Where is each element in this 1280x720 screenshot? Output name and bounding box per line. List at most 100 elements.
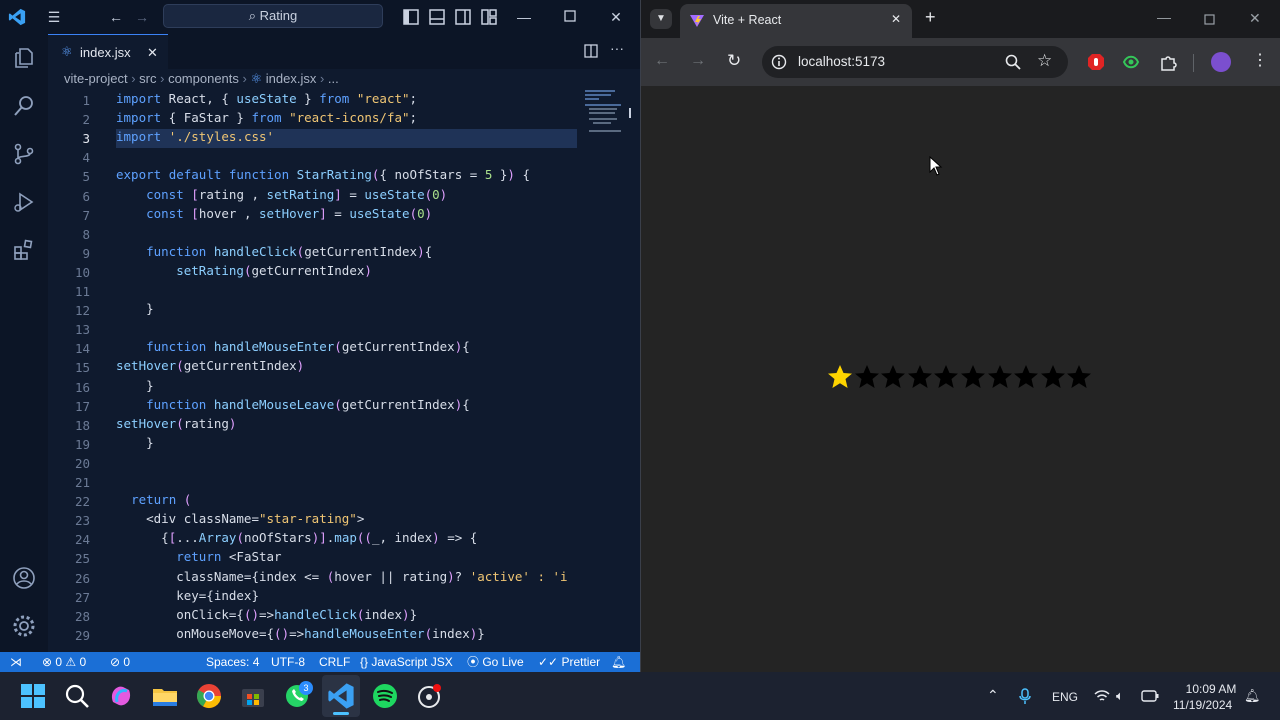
adblock-extension-icon[interactable] [1087,53,1105,71]
spotify-icon[interactable] [371,682,399,710]
code-line[interactable]: return <FaStar [116,549,281,564]
clock-time[interactable]: 10:09 AM [1185,682,1237,696]
green-extension-icon[interactable] [1122,54,1140,70]
zoom-icon[interactable] [1005,54,1021,70]
menu-icon[interactable]: ☰ [42,0,66,34]
address-bar[interactable]: localhost:5173 ☆ [762,46,1068,78]
clock-date[interactable]: 11/19/2024 [1173,698,1232,712]
notifications-bell-icon[interactable]: 🔔︎ [611,652,626,672]
code-line[interactable]: import React, { useState } from "react"; [116,91,417,106]
source-control-icon[interactable] [12,142,36,166]
eol-indicator[interactable]: CRLF [319,652,350,672]
go-live-button[interactable]: ⦿ Go Live [467,652,524,672]
copilot-icon[interactable] [107,682,135,710]
code-line[interactable]: export default function StarRating({ noO… [116,167,530,182]
code-line[interactable]: function handleMouseLeave(getCurrentInde… [116,397,470,412]
search-sidebar-icon[interactable] [12,94,36,118]
recording-app-icon[interactable] [415,682,443,710]
toggle-panel-icon[interactable] [429,9,445,25]
code-line[interactable]: {[...Array(noOfStars)].map((_, index) =>… [116,530,477,545]
code-line[interactable]: <div className="star-rating"> [116,511,364,526]
input-language-indicator[interactable]: ENG [1052,690,1078,704]
star-icon[interactable] [1066,364,1092,390]
breadcrumb-item[interactable]: components [168,71,239,86]
file-explorer-icon[interactable] [151,682,179,710]
star-icon[interactable] [1013,364,1039,390]
star-icon[interactable] [933,364,959,390]
indentation-indicator[interactable]: Spaces: 4 [206,652,259,672]
notification-bell-icon[interactable]: 🔔︎ [1244,688,1261,704]
breadcrumb-item[interactable]: ... [328,71,339,86]
code-editor[interactable]: import React, { useState } from "react";… [116,90,581,652]
split-editor-icon[interactable] [584,44,598,58]
star-icon[interactable] [907,364,933,390]
code-line[interactable]: function handleMouseEnter(getCurrentInde… [116,339,470,354]
prettier-indicator[interactable]: ✓✓ Prettier [538,652,600,672]
show-hidden-icons-chevron[interactable]: ⌃ [987,687,999,704]
breadcrumb-item[interactable]: vite-project [64,71,128,86]
code-line[interactable]: onMouseMove={()=>handleMouseEnter(index)… [116,626,485,641]
battery-icon[interactable] [1141,690,1159,702]
more-actions-icon[interactable]: ··· [610,40,624,56]
code-line[interactable]: setRating(getCurrentIndex) [116,263,372,278]
customize-layout-icon[interactable] [481,9,497,25]
settings-gear-icon[interactable] [12,614,36,638]
extensions-icon[interactable] [12,238,36,262]
code-line[interactable]: setHover(getCurrentIndex) [116,358,304,373]
maximize-icon[interactable] [564,10,576,22]
run-debug-icon[interactable] [12,190,36,214]
code-line[interactable]: const [hover , setHover] = useState(0) [116,206,432,221]
ports-indicator[interactable]: ⊘ 0 [110,652,130,672]
tab-close-icon[interactable]: ✕ [147,45,158,61]
encoding-indicator[interactable]: UTF-8 [271,652,305,672]
vscode-taskbar-icon[interactable] [327,682,355,710]
browser-minimize-icon[interactable]: — [1157,9,1171,25]
minimize-icon[interactable]: — [512,0,536,34]
browser-tab-close-icon[interactable]: ✕ [891,12,901,26]
explorer-icon[interactable] [12,46,36,70]
new-tab-icon[interactable]: + [925,7,936,28]
code-line[interactable]: } [116,301,154,316]
wifi-icon[interactable] [1094,689,1110,703]
tab-index-jsx[interactable]: ⚛ index.jsx ✕ [48,34,168,69]
code-line[interactable]: } [116,378,154,393]
breadcrumb-item[interactable]: index.jsx [266,71,317,86]
star-icon[interactable] [987,364,1013,390]
browser-forward-icon[interactable]: → [690,52,706,70]
code-line[interactable]: return ( [116,492,191,507]
code-line[interactable]: const [rating , setRating] = useState(0) [116,187,447,202]
toggle-secondary-sidebar-icon[interactable] [455,9,471,25]
bookmark-star-icon[interactable]: ☆ [1037,51,1052,71]
browser-close-icon[interactable]: ✕ [1249,10,1261,27]
microsoft-store-icon[interactable] [239,682,267,710]
code-line[interactable]: setHover(rating) [116,416,236,431]
minimap[interactable] [583,90,631,150]
microphone-icon[interactable] [1019,688,1031,704]
volume-icon[interactable]: 🔈︎ [1116,688,1124,704]
toggle-sidebar-icon[interactable] [403,9,419,25]
star-icon[interactable] [1040,364,1066,390]
star-icon[interactable] [854,364,880,390]
site-info-icon[interactable] [771,54,787,70]
reload-icon[interactable]: ↻ [727,51,741,71]
star-icon[interactable] [880,364,906,390]
language-indicator[interactable]: {} JavaScript JSX [360,652,453,672]
code-line[interactable]: function handleClick(getCurrentIndex){ [116,244,432,259]
profile-avatar[interactable] [1211,52,1231,72]
star-icon[interactable] [827,364,853,390]
code-line[interactable]: import { FaStar } from "react-icons/fa"; [116,110,417,125]
chrome-icon[interactable] [195,682,223,710]
code-line[interactable]: key={index} [116,588,259,603]
accounts-icon[interactable] [12,566,36,590]
windows-start-icon[interactable] [19,682,47,710]
browser-back-icon[interactable]: ← [654,52,670,70]
browser-tab[interactable]: Vite + React ✕ [680,4,912,38]
code-line[interactable]: onClick={()=>handleClick(index)} [116,607,417,622]
star-icon[interactable] [960,364,986,390]
code-line[interactable]: import './styles.css' [116,129,274,144]
back-arrow-icon[interactable]: ← [104,0,128,34]
extensions-puzzle-icon[interactable] [1159,53,1177,71]
browser-maximize-icon[interactable] [1204,14,1215,25]
forward-arrow-icon[interactable]: → [130,0,154,34]
taskbar-search-icon[interactable] [63,682,91,710]
